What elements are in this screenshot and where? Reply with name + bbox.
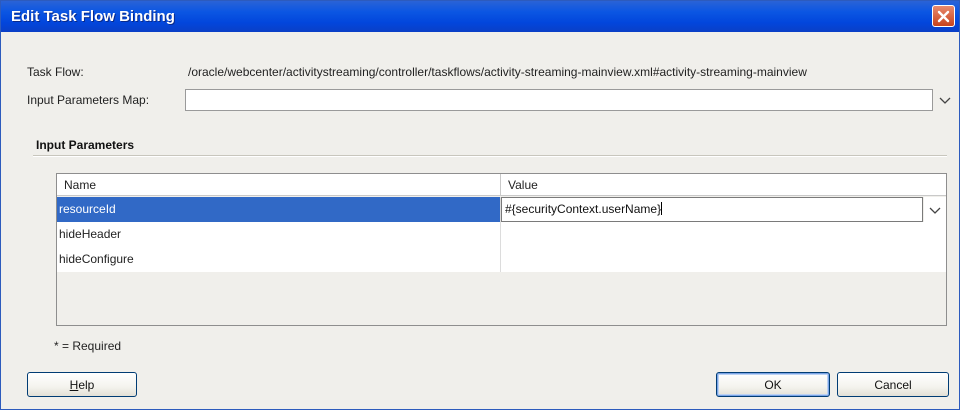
close-icon — [937, 10, 950, 22]
column-header-name[interactable]: Name — [57, 174, 501, 196]
edit-task-flow-binding-dialog: Edit Task Flow Binding Task Flow: /oracl… — [0, 0, 960, 410]
input-parameters-table: Name Value resourceId #{securityContext.… — [56, 173, 947, 326]
dialog-title: Edit Task Flow Binding — [11, 8, 175, 25]
help-mnemonic: H — [69, 377, 79, 392]
param-value-cell[interactable] — [501, 247, 946, 272]
param-value-cell[interactable] — [501, 222, 946, 247]
table-row[interactable]: hideHeader — [57, 222, 946, 247]
param-value-text: #{securityContext.userName} — [505, 202, 662, 216]
cancel-label: Cancel — [874, 377, 912, 392]
required-note: * = Required — [54, 339, 122, 353]
input-parameters-map-label: Input Parameters Map: — [27, 93, 150, 107]
param-name-cell[interactable]: hideHeader — [57, 222, 501, 247]
text-caret — [661, 202, 663, 215]
chevron-down-icon — [939, 97, 951, 104]
close-button[interactable] — [932, 5, 955, 27]
param-name-cell[interactable]: resourceId — [57, 197, 501, 222]
task-flow-value: /oracle/webcenter/activitystreaming/cont… — [188, 65, 807, 79]
ok-label: OK — [764, 377, 782, 392]
table-row[interactable]: hideConfigure — [57, 247, 946, 272]
section-divider — [33, 155, 947, 157]
help-label: elp — [78, 377, 95, 392]
input-parameters-map-field[interactable] — [185, 89, 933, 111]
table-row[interactable]: resourceId #{securityContext.userName} — [57, 197, 946, 222]
param-name-cell[interactable]: hideConfigure — [57, 247, 501, 272]
ok-button[interactable]: OK — [716, 372, 830, 397]
input-parameters-heading: Input Parameters — [36, 138, 135, 152]
input-parameters-map-dropdown[interactable] — [937, 93, 953, 107]
help-button[interactable]: Help — [27, 372, 137, 397]
task-flow-label: Task Flow: — [27, 65, 84, 79]
chevron-down-icon — [929, 207, 941, 214]
title-bar[interactable]: Edit Task Flow Binding — [1, 1, 959, 32]
column-header-value[interactable]: Value — [501, 174, 946, 196]
param-value-dropdown[interactable] — [924, 197, 946, 222]
cancel-button[interactable]: Cancel — [837, 372, 949, 397]
param-value-editor[interactable]: #{securityContext.userName} — [501, 197, 923, 222]
